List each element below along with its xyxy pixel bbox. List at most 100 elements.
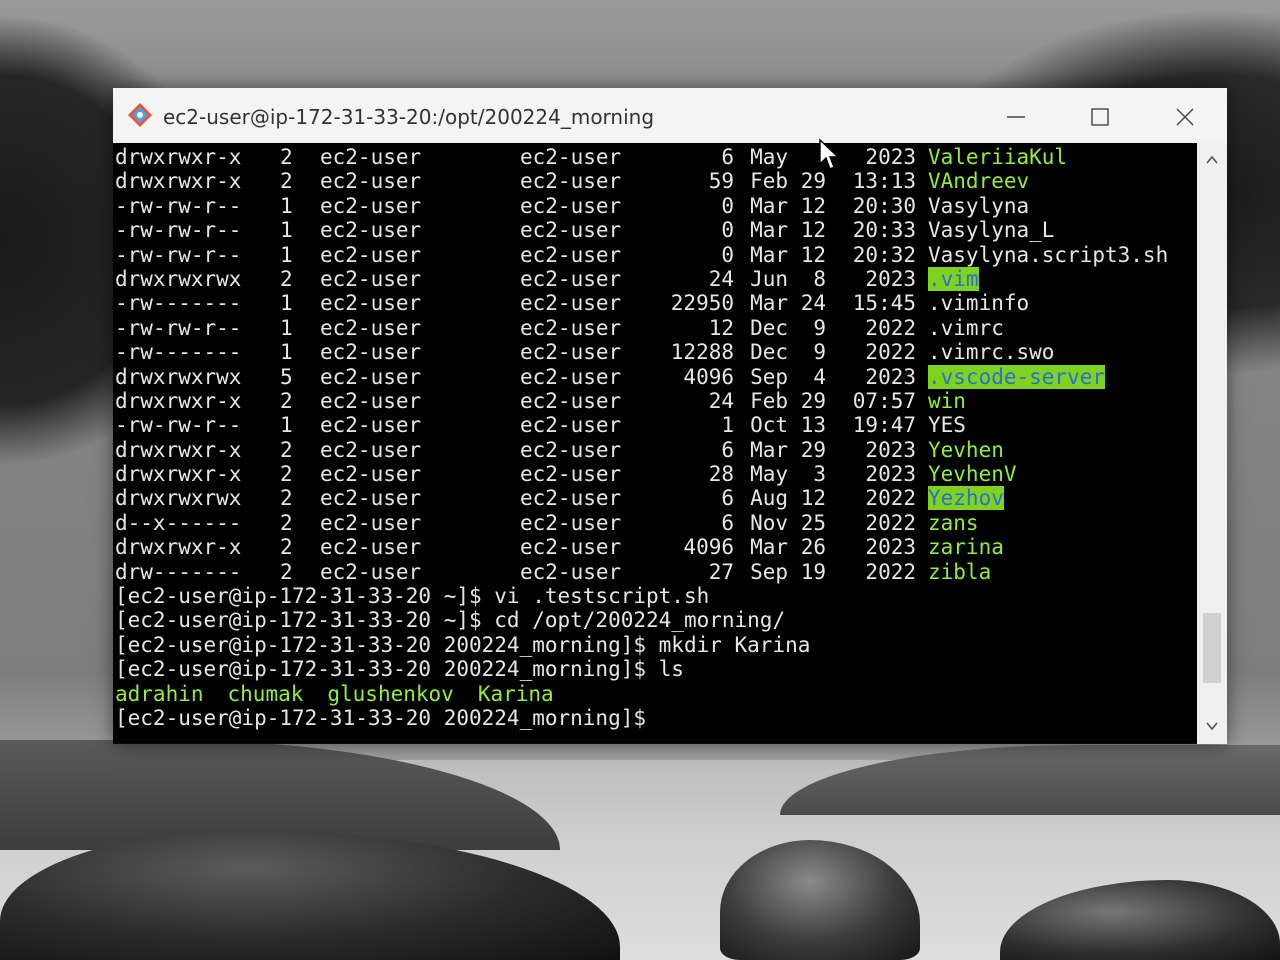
- month-cell: Mar: [750, 291, 788, 316]
- time-cell: 2022: [865, 315, 916, 340]
- listing-row: drwxrwxr-x 2 ec2-user ec2-user 24 Feb 29 07:57 w…: [115, 389, 1168, 413]
- group-cell: ec2-user: [520, 242, 622, 267]
- links-cell: 1: [280, 291, 293, 316]
- size-cell: 28: [708, 462, 734, 487]
- terminal-output[interactable]: drwxrwxr-x 2 ec2-user ec2-user 6 May 2023 Valer…: [113, 143, 1197, 743]
- month-cell: Feb: [750, 169, 788, 194]
- scroll-up-icon[interactable]: [1205, 153, 1219, 167]
- filename: zibla: [928, 559, 992, 584]
- scroll-down-icon[interactable]: [1205, 719, 1219, 733]
- links-cell: 5: [280, 364, 293, 389]
- group-cell: ec2-user: [520, 388, 622, 413]
- links-cell: 2: [280, 437, 293, 462]
- size-cell: 6: [721, 145, 734, 169]
- day-cell: 12: [800, 193, 826, 218]
- listing-row: -rw-rw-r-- 1 ec2-user ec2-user 1 Oct 13 19:47 YE…: [115, 413, 1168, 437]
- owner-cell: ec2-user: [320, 242, 422, 267]
- vertical-scrollbar[interactable]: [1197, 143, 1227, 744]
- wallpaper-hill-right: [780, 745, 1280, 815]
- ls-output-item: chumak: [227, 681, 304, 706]
- terminal-lines: drwxrwxr-x 2 ec2-user ec2-user 6 May 2023 Valer…: [115, 145, 1168, 730]
- group-cell: ec2-user: [520, 266, 622, 291]
- time-cell: 2023: [865, 535, 916, 560]
- minimize-button[interactable]: [1001, 102, 1031, 132]
- permissions-cell: -rw-------: [115, 340, 242, 365]
- maximize-button[interactable]: [1085, 102, 1115, 132]
- size-cell: 12: [708, 315, 734, 340]
- time-cell: 2022: [865, 510, 916, 535]
- terminal-window[interactable]: ec2-user@ip-172-31-33-20:/opt/200224_mor…: [113, 88, 1227, 744]
- month-cell: Mar: [750, 218, 788, 243]
- size-cell: 24: [708, 388, 734, 413]
- owner-cell: ec2-user: [320, 413, 422, 438]
- close-button[interactable]: [1170, 102, 1200, 132]
- ls-output-item: glushenkov: [327, 681, 454, 706]
- listing-row: drwxrwxrwx 2 ec2-user ec2-user 24 Jun 8 2023 .vi…: [115, 266, 1168, 291]
- group-cell: ec2-user: [520, 291, 622, 316]
- links-cell: 2: [280, 486, 293, 511]
- owner-cell: ec2-user: [320, 266, 422, 291]
- size-cell: 0: [721, 218, 734, 243]
- group-cell: ec2-user: [520, 169, 622, 194]
- listing-row: drw------- 2 ec2-user ec2-user 27 Sep 19 2022 zi…: [115, 560, 1168, 584]
- links-cell: 1: [280, 315, 293, 340]
- group-cell: ec2-user: [520, 437, 622, 462]
- prompt-line: [ec2-user@ip-172-31-33-20 200224_morning…: [115, 705, 659, 730]
- ls-output-row: adrahin chumak glushenkov Karina: [115, 682, 1168, 706]
- time-cell: 2022: [865, 486, 916, 511]
- size-cell: 6: [721, 437, 734, 462]
- scrollbar-thumb[interactable]: [1203, 613, 1221, 683]
- owner-cell: ec2-user: [320, 193, 422, 218]
- group-cell: ec2-user: [520, 315, 622, 340]
- day-cell: 9: [813, 340, 826, 365]
- permissions-cell: -rw-------: [115, 291, 242, 316]
- day-cell: 29: [800, 388, 826, 413]
- links-cell: 2: [280, 535, 293, 560]
- filename: zans: [928, 510, 979, 535]
- day-cell: 25: [800, 510, 826, 535]
- permissions-cell: drwxrwxr-x: [115, 437, 242, 462]
- listing-row: drwxrwxr-x 2 ec2-user ec2-user 59 Feb 29 13:13 V…: [115, 169, 1168, 193]
- size-cell: 1: [721, 413, 734, 438]
- day-cell: 26: [800, 535, 826, 560]
- day-cell: 12: [800, 242, 826, 267]
- filename-cell: VAndreev: [916, 169, 1029, 193]
- links-cell: 1: [280, 193, 293, 218]
- month-cell: Mar: [750, 535, 788, 560]
- git-bash-icon: [128, 103, 152, 127]
- owner-cell: ec2-user: [320, 559, 422, 584]
- size-cell: 4096: [683, 364, 734, 389]
- month-cell: Nov: [750, 510, 788, 535]
- size-cell: 0: [721, 193, 734, 218]
- window-title: ec2-user@ip-172-31-33-20:/opt/200224_mor…: [163, 105, 655, 129]
- month-cell: Mar: [750, 242, 788, 267]
- day-cell: 12: [800, 218, 826, 243]
- links-cell: 2: [280, 559, 293, 584]
- permissions-cell: -rw-rw-r--: [115, 413, 242, 438]
- day-cell: 29: [800, 437, 826, 462]
- month-cell: Oct: [750, 413, 788, 438]
- filename-cell: Vasylyna.script3.sh: [916, 243, 1168, 267]
- listing-row: -rw-rw-r-- 1 ec2-user ec2-user 0 Mar 12 20:30 Va…: [115, 194, 1168, 218]
- day-cell: 19: [800, 559, 826, 584]
- group-cell: ec2-user: [520, 145, 622, 169]
- listing-row: -rw-rw-r-- 1 ec2-user ec2-user 12 Dec 9 2022 .vi…: [115, 316, 1168, 340]
- size-cell: 27: [708, 559, 734, 584]
- filename-cell: .vimrc: [916, 316, 1004, 340]
- filename: VAndreev: [928, 169, 1030, 194]
- filename-cell: YevhenV: [916, 462, 1017, 486]
- time-cell: 2023: [865, 266, 916, 291]
- month-cell: Dec: [750, 340, 788, 365]
- permissions-cell: -rw-rw-r--: [115, 242, 242, 267]
- group-cell: ec2-user: [520, 535, 622, 560]
- window-titlebar[interactable]: ec2-user@ip-172-31-33-20:/opt/200224_mor…: [113, 88, 1227, 144]
- filename-cell: Vasylyna_L: [916, 218, 1054, 242]
- time-cell: 2023: [865, 364, 916, 389]
- time-cell: 20:32: [852, 242, 916, 267]
- permissions-cell: d--x------: [115, 510, 242, 535]
- command-line: [ec2-user@ip-172-31-33-20 ~]$ cd /opt/20…: [115, 608, 786, 633]
- group-cell: ec2-user: [520, 486, 622, 511]
- filename-cell: zans: [916, 511, 979, 535]
- group-cell: ec2-user: [520, 218, 622, 243]
- owner-cell: ec2-user: [320, 169, 422, 194]
